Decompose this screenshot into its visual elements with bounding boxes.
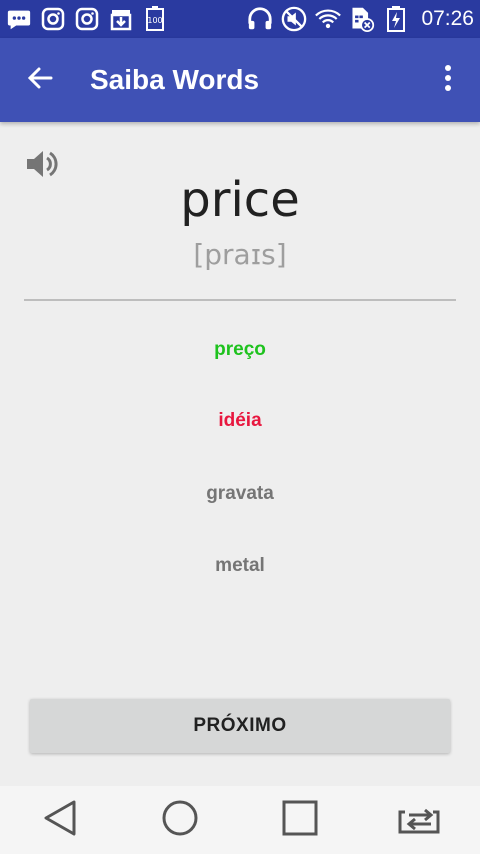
nav-switch-app-button[interactable] (390, 790, 450, 850)
headphones-icon (247, 6, 273, 32)
word-text: price (180, 172, 300, 228)
more-vert-icon (444, 64, 452, 96)
battery-saver-100-icon: 100 (142, 6, 168, 32)
back-button[interactable] (0, 38, 80, 122)
option-wrong[interactable]: idéia (0, 410, 480, 432)
chat-icon (6, 6, 32, 32)
switch-app-icon (397, 802, 443, 838)
divider (24, 299, 456, 301)
status-time: 07:26 (421, 7, 474, 30)
sim-error-icon (349, 6, 375, 32)
instagram-icon (74, 6, 100, 32)
instagram-icon (40, 6, 66, 32)
mute-icon (281, 6, 307, 32)
option-3[interactable]: gravata (0, 483, 480, 505)
option-correct[interactable]: preço (0, 339, 480, 361)
system-nav-bar (0, 786, 480, 854)
battery-charging-icon (383, 6, 409, 32)
nav-recents-button[interactable] (270, 790, 330, 850)
back-triangle-icon (42, 799, 78, 841)
app-bar: Saiba Words (0, 38, 480, 122)
nav-back-button[interactable] (30, 790, 90, 850)
overflow-menu-button[interactable] (416, 38, 480, 122)
nav-home-button[interactable] (150, 790, 210, 850)
svg-text:100: 100 (147, 16, 162, 25)
download-box-icon (108, 6, 134, 32)
status-bar: 100 07:26 (0, 0, 480, 38)
next-button[interactable]: PRÓXIMO (30, 699, 450, 753)
home-circle-icon (161, 799, 199, 841)
app-title: Saiba Words (90, 64, 260, 95)
recents-square-icon (281, 799, 319, 841)
phonetic-text: [praɪs] (193, 238, 287, 271)
option-4[interactable]: metal (0, 555, 480, 577)
arrow-left-icon (26, 64, 54, 96)
wifi-icon (315, 6, 342, 32)
